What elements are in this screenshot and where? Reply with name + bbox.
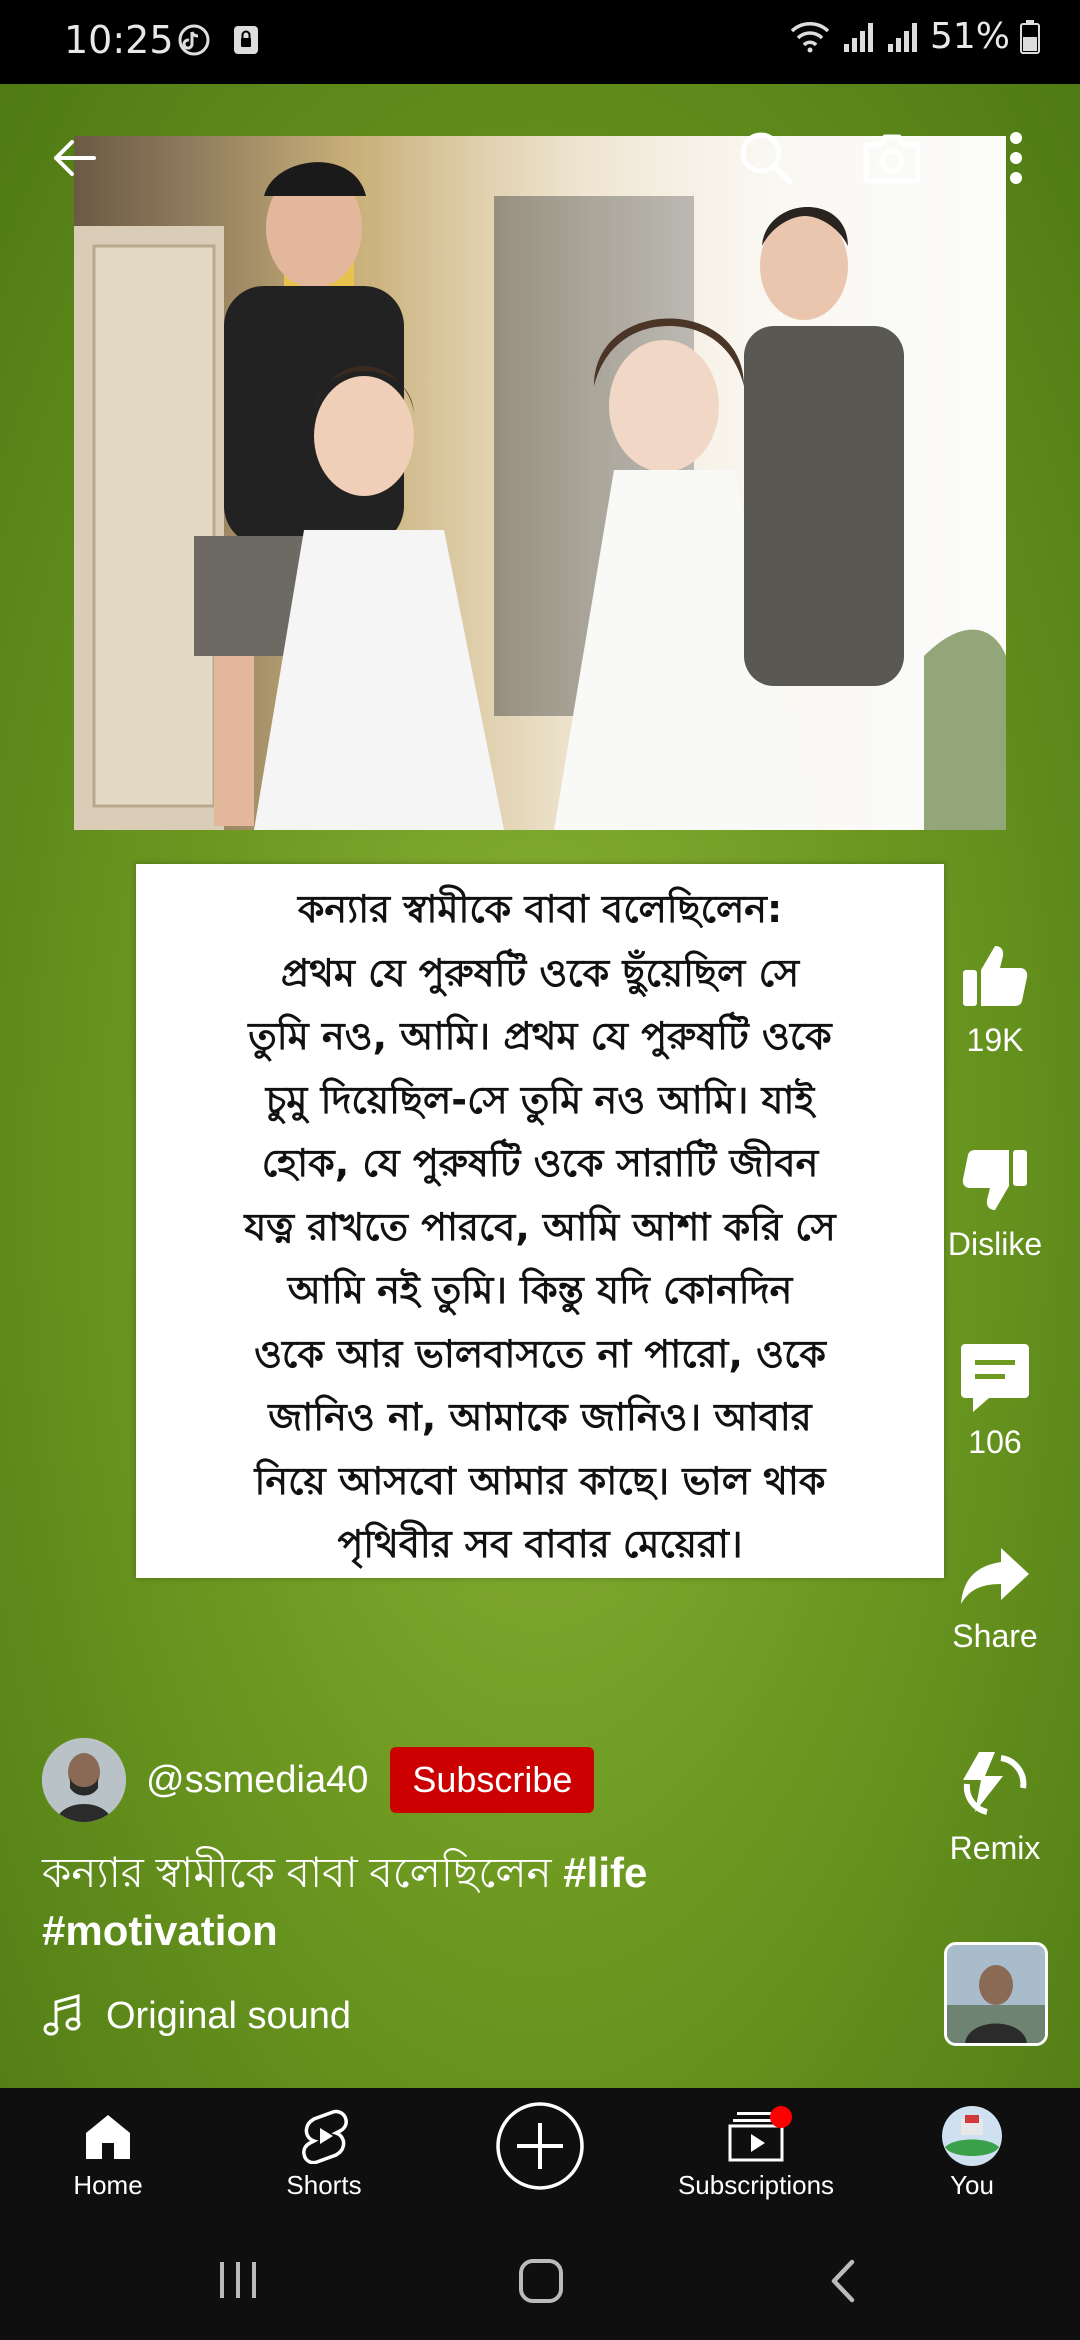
wedding-scene-image (74, 136, 1006, 830)
nav-subscriptions[interactable]: Subscriptions (656, 2106, 856, 2201)
video-photo (74, 136, 1006, 830)
notification-dot (770, 2106, 792, 2128)
quote-line: আমি নই তুমি। কিন্তু যদি কোনদিন (287, 1268, 793, 1312)
battery-percent: 51% (929, 16, 1010, 57)
back-button[interactable] (34, 118, 114, 198)
nav-subscriptions-label: Subscriptions (677, 2170, 835, 2200)
quote-card: কন্যার স্বামীকে বাবা বলেছিলেন: প্রথম যে … (136, 864, 944, 1578)
caption-text: কন্যার স্বামীকে বাবা বলেছিলেন (42, 1849, 564, 1896)
thumbs-up-icon (963, 946, 1028, 1006)
nav-create-button[interactable] (440, 2098, 640, 2198)
quote-line: নিয়ে আসবো আমার কাছে। ভাল থাক (254, 1458, 826, 1503)
search-button[interactable] (726, 118, 806, 198)
nav-shorts-label: Shorts (286, 2170, 362, 2200)
quote-line: প্রথম যে পুরুষটি ওকে ছুঁয়েছিল সে (280, 950, 800, 995)
sound-thumbnail[interactable] (944, 1942, 1048, 2046)
quote-line: তুমি নও, আমি। প্রথম যে পুরুষটি ওকে (248, 1014, 832, 1058)
quote-line: চুমু দিয়েছিল-সে তুমি নও আমি। যাই (265, 1077, 815, 1122)
remix-label: Remix (949, 1830, 1041, 1866)
music-note-icon (43, 1994, 81, 2036)
remix-icon (963, 1752, 1027, 1815)
more-options-button[interactable] (976, 118, 1056, 198)
channel-avatar[interactable] (42, 1738, 126, 1822)
home-icon (86, 2115, 130, 2159)
quote-line: হোক, যে পুরুষটি ওকে সারাটি জীবন (261, 1141, 819, 1185)
share-label: Share (952, 1618, 1038, 1654)
recent-apps-icon[interactable] (216, 2260, 262, 2300)
system-navigation (0, 2218, 1080, 2340)
channel-handle[interactable]: @ssmedia40 (146, 1759, 368, 1802)
tiktok-notification-icon (178, 24, 210, 56)
subscribe-button[interactable]: Subscribe (390, 1747, 595, 1813)
quote-line: কন্যার স্বামীকে বাবা বলেছিলেন: (297, 887, 783, 931)
search-icon (740, 132, 793, 185)
create-plus-icon (496, 2102, 584, 2190)
video-caption[interactable]: কন্যার স্বামীকে বাবা বলেছিলেন #life #mot… (42, 1844, 842, 1960)
like-count: 19K (966, 1022, 1024, 1058)
remix-button[interactable]: Remix (930, 1744, 1060, 1867)
share-icon (961, 1548, 1029, 1604)
quote-line: ওকে আর ভালবাসতে না পারো, ওকে (254, 1331, 826, 1376)
sound-row[interactable]: Original sound (42, 1994, 351, 2038)
bottom-nav: Home Shorts Subscriptions You (0, 2088, 1080, 2218)
nav-you[interactable]: You (872, 2106, 1072, 2201)
wifi-icon (790, 21, 830, 52)
quote-line: জানিও না, আমাকে জানিও। আবার (268, 1395, 812, 1439)
profile-avatar-icon (942, 2106, 1002, 2166)
sound-label: Original sound (106, 1994, 352, 2037)
nav-home[interactable]: Home (8, 2106, 208, 2201)
home-system-icon[interactable] (518, 2258, 564, 2304)
camera-button[interactable] (852, 118, 932, 198)
dislike-button[interactable]: Dislike (930, 1144, 1060, 1263)
more-vertical-icon (1010, 132, 1022, 184)
sound-thumbnail-image (947, 1945, 1045, 2043)
hashtag-life[interactable]: #life (563, 1849, 647, 1896)
share-button[interactable]: Share (930, 1544, 1060, 1655)
nav-home-label: Home (73, 2170, 143, 2200)
comment-icon (961, 1344, 1029, 1412)
nav-shorts[interactable]: Shorts (224, 2106, 424, 2201)
back-arrow-icon (54, 140, 96, 176)
channel-row: @ssmedia40 Subscribe (42, 1738, 595, 1822)
dislike-label: Dislike (947, 1226, 1043, 1262)
lock-notification-icon (234, 26, 258, 54)
comments-button[interactable]: 106 (930, 1340, 1060, 1461)
battery-icon (1020, 19, 1040, 54)
nav-you-label: You (950, 2170, 994, 2200)
status-bar: 10:25 51% (0, 0, 1080, 84)
comment-count: 106 (968, 1424, 1022, 1460)
camera-icon (863, 134, 921, 184)
back-system-icon[interactable] (826, 2258, 860, 2304)
hashtag-motivation[interactable]: #motivation (42, 1907, 278, 1954)
quote-line: পৃথিবীর সব বাবার মেয়েরা। (337, 1522, 743, 1566)
short-video-player[interactable]: কন্যার স্বামীকে বাবা বলেছিলেন: প্রথম যে … (0, 84, 1080, 2088)
signal-icon-2 (887, 22, 917, 52)
signal-icon-1 (843, 22, 873, 52)
like-button[interactable]: 19K (930, 940, 1060, 1059)
thumbs-down-icon (962, 1150, 1027, 1210)
status-right: 51% (788, 16, 1040, 57)
quote-text: কন্যার স্বামীকে বাবা বলেছিলেন: প্রথম যে … (154, 878, 926, 1566)
avatar-image (42, 1738, 126, 1822)
status-time: 10:25 (64, 18, 174, 62)
quote-line: যত্ন রাখতে পারবে, আমি আশা করি সে (244, 1204, 836, 1249)
shorts-icon (302, 2109, 348, 2164)
